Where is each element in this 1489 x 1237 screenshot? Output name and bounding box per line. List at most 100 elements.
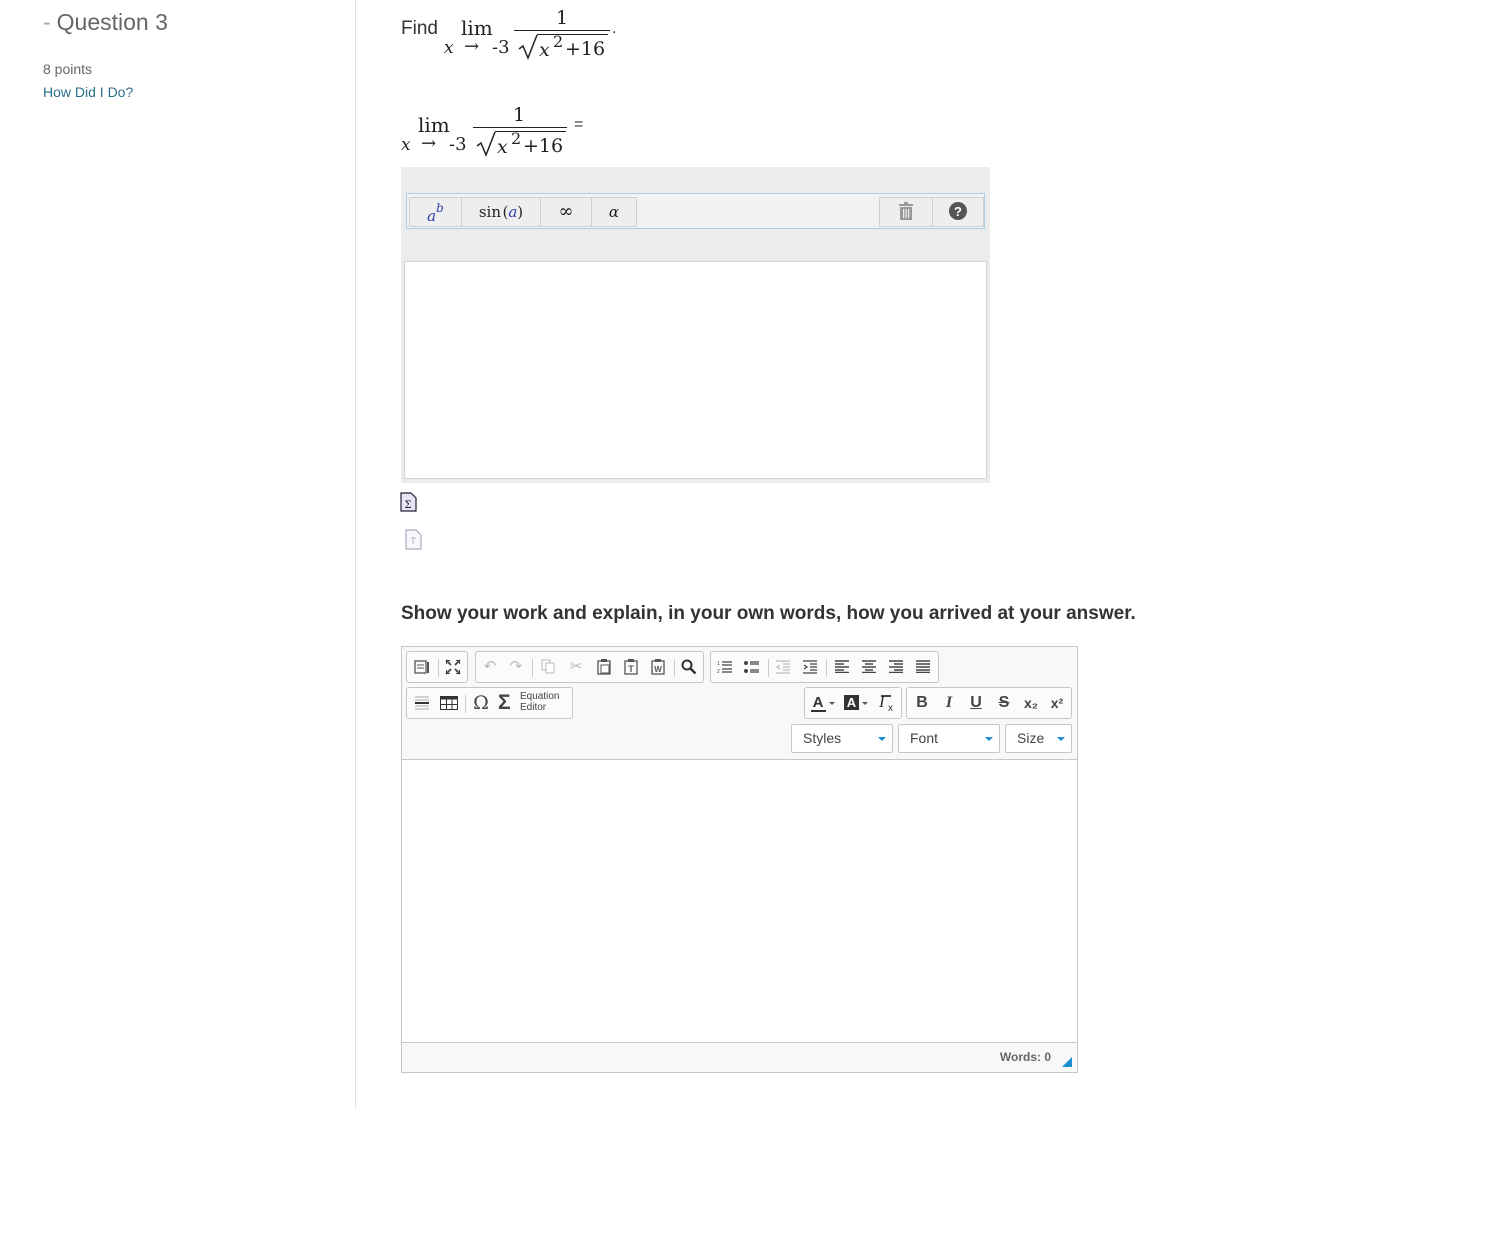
rich-text-editor: ↶ ↷ ✂ T W 12 Ω Σ Equation Editor A A I x… — [401, 646, 1078, 1073]
bg-color-button[interactable]: A — [841, 690, 871, 716]
sqrt-sign — [518, 34, 538, 60]
size-dropdown[interactable]: Size — [1005, 724, 1072, 753]
fraction-numerator-2: 1 — [513, 104, 526, 126]
statement-period: . — [612, 20, 617, 37]
source-button[interactable] — [409, 654, 435, 680]
outdent-icon — [775, 660, 790, 674]
question-points: 8 points — [43, 61, 93, 77]
align-left-button[interactable] — [829, 654, 855, 680]
radicand-var-2: x — [497, 136, 508, 158]
chevron-down-icon — [985, 737, 993, 741]
outdent-button[interactable] — [770, 654, 796, 680]
font-dropdown[interactable]: Font — [898, 724, 1000, 753]
align-center-icon — [862, 660, 876, 674]
power-exp: b — [436, 201, 444, 215]
chevron-down-icon — [1057, 737, 1065, 741]
find-label: Find — [401, 18, 438, 39]
text-color-button[interactable]: A — [808, 690, 838, 716]
strike-button[interactable]: S — [991, 690, 1017, 716]
indent-button[interactable] — [797, 654, 823, 680]
align-right-button[interactable] — [883, 654, 909, 680]
find-button[interactable] — [676, 654, 702, 680]
align-right-icon — [889, 660, 903, 674]
underline-button[interactable]: U — [963, 690, 989, 716]
work-prompt: Show your work and explain, in your own … — [401, 603, 1136, 624]
bullet-list-button[interactable] — [739, 654, 765, 680]
how-did-i-do-link[interactable]: How Did I Do? — [43, 84, 133, 100]
equation-editor-label-1: Equation — [520, 691, 560, 702]
resize-handle[interactable] — [1062, 1057, 1072, 1067]
font-label: Font — [910, 730, 939, 746]
toolbar-group-basicstyles: B I U S x₂ x² — [906, 687, 1072, 719]
editor-content-area[interactable] — [402, 759, 1077, 1043]
sqrt-overline-2 — [495, 131, 566, 132]
power-button[interactable]: ab — [409, 197, 462, 227]
toolbar-group-insert: Ω Σ Equation Editor — [406, 687, 573, 719]
infinity-button[interactable]: ∞ — [540, 197, 592, 227]
paste-text-button[interactable]: T — [618, 654, 644, 680]
svg-text:A: A — [813, 694, 824, 711]
question-title[interactable]: - Question 3 — [43, 9, 168, 36]
radicand-rest: +16 — [565, 38, 606, 60]
styles-dropdown[interactable]: Styles — [791, 724, 893, 753]
align-left-icon — [835, 660, 849, 674]
radicand-var: x — [539, 39, 550, 61]
toolbar-group-view — [406, 651, 468, 683]
paste-icon — [597, 659, 611, 675]
italic-button[interactable]: I — [936, 690, 962, 716]
paste-word-button[interactable]: W — [645, 654, 671, 680]
question-sidebar: - Question 3 8 points How Did I Do? — [0, 0, 356, 1108]
equation-file-icon[interactable]: Σ — [400, 492, 417, 512]
copy-icon — [541, 659, 555, 674]
equation-editor-label-2: Editor — [520, 702, 547, 713]
fraction-bar-2 — [473, 127, 567, 128]
greek-button[interactable]: α — [591, 197, 637, 227]
undo-button[interactable]: ↶ — [477, 654, 503, 680]
superscript-button[interactable]: x² — [1044, 690, 1070, 716]
remove-format-button[interactable]: Ix — [874, 690, 900, 716]
special-char-button[interactable]: Ω — [468, 690, 494, 716]
trig-label: sin — [478, 203, 501, 221]
cut-button[interactable]: ✂ — [563, 654, 589, 680]
math-answer-editor: ab sin (a) ∞ α ? — [401, 167, 990, 483]
numbered-list-icon: 12 — [717, 661, 732, 675]
text-color-icon: A — [811, 694, 835, 712]
collapse-dash[interactable]: - — [43, 9, 51, 35]
equation-editor-button[interactable]: Σ Equation Editor — [495, 690, 567, 716]
search-icon — [681, 659, 697, 675]
sqrt-overline — [537, 34, 608, 35]
numbered-list-button[interactable]: 12 — [712, 654, 738, 680]
bold-button[interactable]: B — [909, 690, 935, 716]
blank-file-icon[interactable] — [405, 529, 422, 550]
bg-color-icon: A — [844, 695, 868, 710]
chevron-down-icon — [878, 737, 886, 741]
paste-button[interactable] — [591, 654, 617, 680]
maximize-button[interactable] — [440, 654, 466, 680]
redo-button[interactable]: ↷ — [503, 654, 529, 680]
trash-button[interactable] — [879, 197, 933, 227]
styles-label: Styles — [803, 730, 842, 746]
copy-button[interactable] — [535, 654, 561, 680]
limit-value-2: -3 — [449, 134, 467, 155]
horizontal-line-button[interactable] — [409, 690, 435, 716]
sep — [438, 659, 439, 677]
help-button[interactable]: ? — [932, 197, 984, 227]
subscript-button[interactable]: x₂ — [1018, 690, 1044, 716]
sep — [532, 659, 533, 677]
math-input-area[interactable] — [404, 261, 987, 479]
svg-text:1: 1 — [717, 661, 720, 667]
trig-button[interactable]: sin (a) — [461, 197, 541, 227]
help-icon: ? — [949, 202, 967, 220]
indent-icon — [803, 660, 817, 674]
justify-button[interactable] — [910, 654, 936, 680]
svg-text:?: ? — [954, 204, 962, 219]
fraction-numerator: 1 — [556, 7, 569, 29]
table-icon — [440, 696, 458, 710]
sqrt-sign-2 — [476, 131, 496, 157]
power-base: a — [427, 207, 437, 225]
justify-icon — [916, 660, 930, 674]
bullet-list-icon — [744, 661, 759, 673]
align-center-button[interactable] — [856, 654, 882, 680]
table-button[interactable] — [436, 690, 462, 716]
limit-arrow-2: → — [421, 133, 437, 154]
